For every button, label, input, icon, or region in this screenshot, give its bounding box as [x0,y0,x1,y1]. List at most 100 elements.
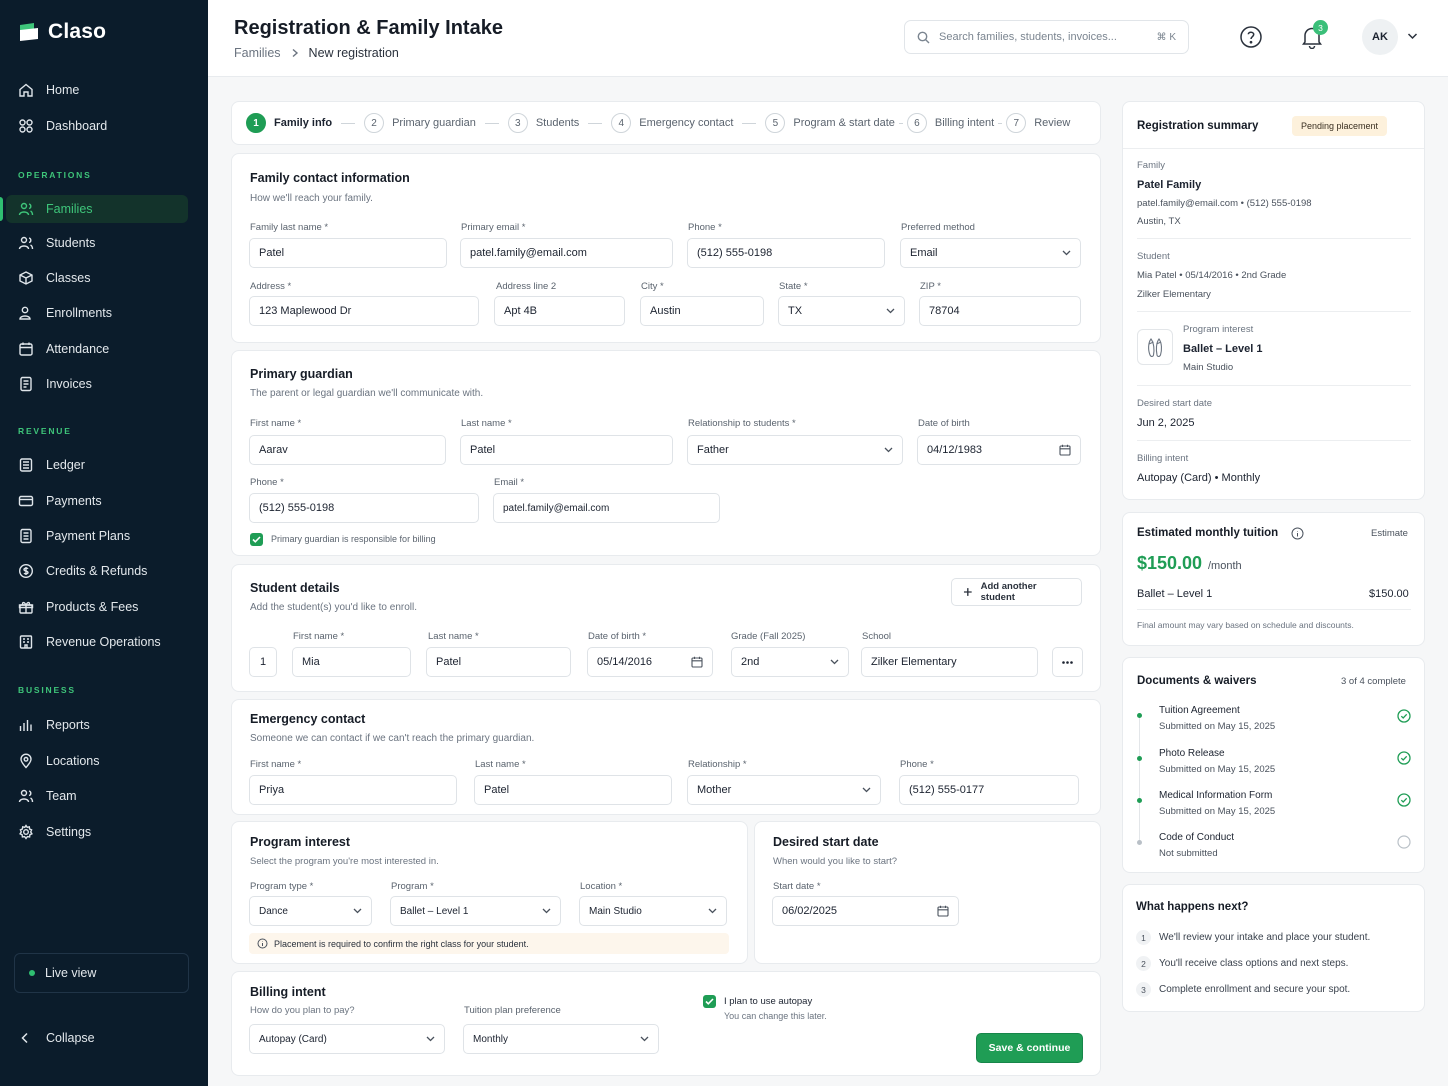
nav-ledger[interactable]: Ledger [6,451,188,479]
nav-payments[interactable]: Payments [6,487,188,515]
step-divider [742,122,757,124]
nav-revenue-operations[interactable]: Revenue Operations [6,628,188,656]
nav-attendance[interactable]: Attendance [6,335,188,363]
start-date-input[interactable]: 06/02/2025 [772,896,959,926]
emergency-first-name-label: First name * [250,759,302,770]
dashboard-icon [19,119,33,133]
step-emergency-contact[interactable]: 4 Emergency contact [611,113,733,133]
nav-enrollments[interactable]: Enrollments [6,299,188,327]
school-input[interactable]: Zilker Elementary [861,647,1038,677]
primary-email-input[interactable]: patel.family@email.com [460,238,673,268]
grade-label: Grade (Fall 2025) [731,631,806,642]
nav-reports[interactable]: Reports [6,711,188,739]
nav-products-fees[interactable]: Products & Fees [6,593,188,621]
help-icon[interactable] [1239,25,1263,52]
input-value: 78704 [929,305,960,317]
program-type-select[interactable]: Dance [249,896,372,926]
guardian-email-input[interactable]: patel.family@email.com [493,493,720,523]
program-select[interactable]: Ballet – Level 1 [390,896,561,926]
state-select[interactable]: TX [778,296,905,326]
plan-preference-select[interactable]: Monthly [463,1024,659,1054]
save-continue-button[interactable]: Save & continue [976,1033,1083,1063]
step-family-info[interactable]: 1 Family info [246,113,332,133]
emergency-last-name-input[interactable]: Patel [474,775,672,805]
info-icon[interactable] [1291,527,1304,540]
emergency-phone-input[interactable]: (512) 555-0177 [899,775,1079,805]
nav-label: Invoices [46,377,92,391]
emergency-relationship-select[interactable]: Mother [687,775,881,805]
input-value: 2nd [741,656,760,668]
collapse-button[interactable]: Collapse [20,1031,95,1045]
tuition-amount: $150.00 [1137,553,1203,573]
breadcrumb-families[interactable]: Families [234,46,281,60]
nav-label: Revenue Operations [46,635,161,649]
autopay-note: You can change this later. [724,1011,827,1021]
section-revenue: REVENUE [18,426,72,436]
logo[interactable]: Claso [18,20,106,44]
grade-select[interactable]: 2nd [731,647,849,677]
step-program-start-date[interactable]: 5 Program & start date [765,113,895,133]
input-value: Email [910,247,938,259]
guardian-first-name-input[interactable]: Aarav [249,435,446,465]
step-number: 6 [906,113,927,133]
guardian-dob-input[interactable]: 04/12/1983 [917,435,1081,465]
input-value: 04/12/1983 [927,444,983,456]
avatar[interactable]: AK [1362,19,1398,55]
billing-responsibility-checkbox[interactable] [250,533,263,546]
address2-input[interactable]: Apt 4B [494,296,625,326]
step-billing-intent[interactable]: 6 Billing intent [906,113,994,133]
nav-payment-plans[interactable]: Payment Plans [6,522,188,550]
input-value: Patel [484,784,510,796]
nav-label: Payments [46,494,102,508]
sidebar: Claso Home Dashboard OPERATIONS Families… [0,0,208,1086]
city-input[interactable]: Austin [640,296,764,326]
student-dob-input[interactable]: 05/14/2016 [587,647,713,677]
student-first-name-input[interactable]: Mia [292,647,411,677]
step-students[interactable]: 3 Students [507,113,579,133]
calendar-icon[interactable] [691,656,703,668]
nav-home[interactable]: Home [6,76,188,104]
guardian-phone-input[interactable]: (512) 555-0198 [249,493,479,523]
calendar-icon[interactable] [937,905,949,917]
family-phone-input[interactable]: (512) 555-0198 [687,238,885,268]
emergency-first-name-input[interactable]: Priya [249,775,457,805]
tuition-tag: Estimate [1371,528,1408,539]
step-number: 5 [765,113,786,133]
location-select[interactable]: Main Studio [579,896,727,926]
nav-students[interactable]: Students [6,229,188,257]
summary-family-name: Patel Family [1137,179,1202,191]
billing-method-select[interactable]: Autopay (Card) [249,1024,445,1054]
search-input[interactable]: Search families, students, invoices... ⌘… [904,20,1189,54]
ledger-icon [19,458,33,472]
input-value: Ballet – Level 1 [400,905,469,917]
chevron-down-icon [884,447,893,453]
calendar-icon[interactable] [1059,444,1071,456]
nav-credits-refunds[interactable]: Credits & Refunds [6,557,188,585]
student-last-name-input[interactable]: Patel [426,647,571,677]
nav-families[interactable]: Families [0,195,188,223]
step-primary-guardian[interactable]: 2 Primary guardian [364,113,476,133]
nav-locations[interactable]: Locations [6,747,188,775]
nav-dashboard[interactable]: Dashboard [6,112,188,140]
live-view-button[interactable]: Live view [14,953,189,993]
relationship-select[interactable]: Father [687,435,903,465]
chevron-down-icon[interactable] [1407,31,1418,43]
guardian-last-name-input[interactable]: Patel [460,435,673,465]
app-name: Claso [48,20,107,43]
autopay-checkbox[interactable] [703,995,716,1008]
zip-input[interactable]: 78704 [919,296,1081,326]
nav-label: Locations [46,754,100,768]
add-student-button[interactable]: Add another student [951,578,1082,606]
nav-classes[interactable]: Classes [6,264,188,292]
nav-invoices[interactable]: Invoices [6,370,188,398]
chevron-down-icon [353,908,362,914]
input-value: Mother [697,784,732,796]
family-last-name-input[interactable]: Patel [249,238,447,268]
summary-program-label: Program interest [1183,324,1254,335]
address-input[interactable]: 123 Maplewood Dr [249,296,479,326]
student-more-button[interactable] [1052,647,1083,677]
step-review[interactable]: 7 Review [1006,113,1070,133]
nav-team[interactable]: Team [6,782,188,810]
preferred-method-select[interactable]: Email [900,238,1081,268]
nav-settings[interactable]: Settings [6,818,188,846]
